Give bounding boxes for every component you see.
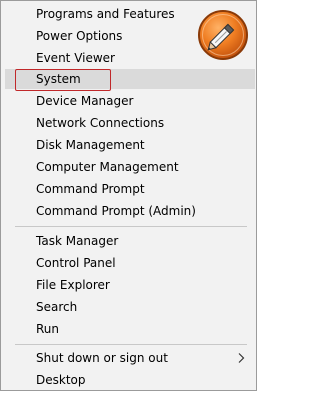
menu-item-run[interactable]: Run bbox=[5, 319, 255, 339]
context-menu-frame: Programs and Features Power Options Even… bbox=[0, 0, 257, 391]
menu-separator bbox=[15, 226, 247, 227]
menu-item-file-explorer[interactable]: File Explorer bbox=[5, 275, 255, 295]
menu-item-command-prompt-admin[interactable]: Command Prompt (Admin) bbox=[5, 201, 255, 221]
pencil-logo-icon bbox=[198, 10, 248, 60]
power-user-menu: Programs and Features Power Options Even… bbox=[5, 1, 255, 390]
menu-item-network-connections[interactable]: Network Connections bbox=[5, 113, 255, 133]
menu-separator bbox=[15, 344, 247, 345]
menu-item-label: Shut down or sign out bbox=[36, 351, 168, 365]
menu-item-system[interactable]: System bbox=[5, 69, 255, 89]
menu-item-disk-management[interactable]: Disk Management bbox=[5, 135, 255, 155]
menu-item-shut-down-or-sign-out[interactable]: Shut down or sign out bbox=[5, 348, 255, 368]
menu-item-task-manager[interactable]: Task Manager bbox=[5, 231, 255, 251]
chevron-right-icon bbox=[238, 353, 245, 363]
menu-item-command-prompt[interactable]: Command Prompt bbox=[5, 179, 255, 199]
menu-item-device-manager[interactable]: Device Manager bbox=[5, 91, 255, 111]
menu-item-search[interactable]: Search bbox=[5, 297, 255, 317]
menu-item-control-panel[interactable]: Control Panel bbox=[5, 253, 255, 273]
menu-item-desktop[interactable]: Desktop bbox=[5, 370, 255, 390]
menu-item-computer-management[interactable]: Computer Management bbox=[5, 157, 255, 177]
